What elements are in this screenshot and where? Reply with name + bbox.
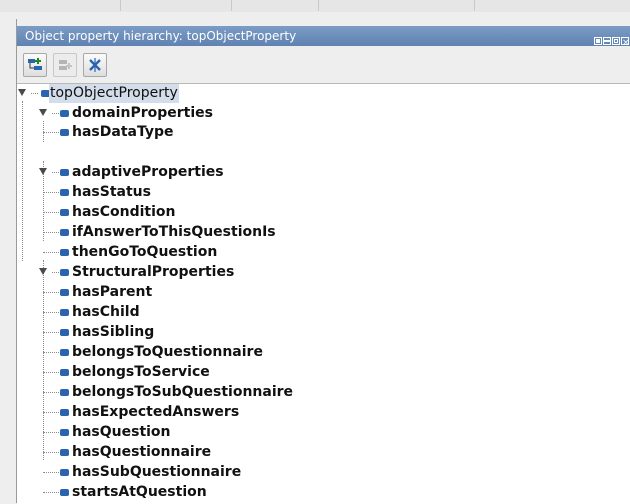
object-property-icon bbox=[60, 449, 69, 456]
tree-node-label: hasStatus bbox=[72, 184, 151, 200]
tree-connector bbox=[43, 492, 59, 493]
tree-connector bbox=[43, 412, 59, 413]
object-property-icon bbox=[60, 209, 69, 216]
top-strip-segment bbox=[319, 0, 475, 11]
delete-property-icon bbox=[89, 58, 101, 72]
tree-connector bbox=[43, 212, 59, 213]
add-sibling-property-icon bbox=[59, 60, 72, 70]
top-strip-segment bbox=[0, 0, 121, 11]
panel-titlebar: Object property hierarchy: topObjectProp… bbox=[17, 26, 630, 53]
object-property-icon bbox=[60, 369, 69, 376]
close-icon[interactable] bbox=[621, 33, 630, 53]
tree-node-label: hasSubQuestionnaire bbox=[72, 464, 242, 480]
tree-connector bbox=[52, 172, 59, 173]
object-property-icon bbox=[60, 169, 69, 176]
object-property-icon bbox=[60, 110, 69, 117]
tree-node-label: hasCondition bbox=[72, 204, 176, 220]
object-property-icon bbox=[60, 469, 69, 476]
tree-node-label: startsAtQuestion bbox=[72, 484, 207, 500]
tree-connector bbox=[43, 432, 59, 433]
object-property-icon bbox=[60, 329, 69, 336]
object-property-icon bbox=[60, 189, 69, 196]
top-strip bbox=[0, 0, 630, 12]
object-property-icon bbox=[60, 309, 69, 316]
tree-connector bbox=[43, 132, 59, 133]
tree-connector bbox=[43, 232, 59, 233]
tree-connector bbox=[43, 372, 59, 373]
object-property-hierarchy-panel: Object property hierarchy: topObjectProp… bbox=[16, 19, 630, 504]
object-property-icon bbox=[60, 409, 69, 416]
tree-node-label: adaptiveProperties bbox=[72, 164, 224, 180]
add-subproperty-button[interactable] bbox=[23, 53, 47, 77]
tree-connector bbox=[43, 452, 59, 453]
object-property-icon bbox=[60, 269, 69, 276]
top-strip-segment bbox=[232, 0, 319, 11]
property-tree: topObjectProperty domainProperties hasDa… bbox=[17, 83, 630, 504]
tree-node-label: ifAnswerToThisQuestionIs bbox=[72, 224, 276, 240]
tree-connector bbox=[43, 292, 59, 293]
object-property-icon bbox=[60, 249, 69, 256]
maximize-icon[interactable] bbox=[612, 37, 620, 45]
add-sibling-property-button[interactable] bbox=[53, 53, 77, 77]
tree-connector bbox=[52, 113, 59, 114]
tree-connector bbox=[43, 260, 44, 460]
tree-node-label: topObjectProperty bbox=[49, 84, 179, 103]
tree-connector bbox=[43, 392, 59, 393]
tree-node-label: hasExpectedAnswers bbox=[72, 404, 240, 420]
object-property-icon bbox=[60, 429, 69, 436]
tree-node-label: hasSibling bbox=[72, 324, 155, 340]
top-strip-segment bbox=[121, 0, 232, 11]
tree-node-label: hasQuestion bbox=[72, 424, 171, 440]
object-property-icon bbox=[60, 489, 69, 496]
tree-connector bbox=[43, 352, 59, 353]
expand-toggle-icon[interactable] bbox=[39, 268, 47, 275]
tree-connector bbox=[31, 93, 38, 94]
tree-node-label: belongsToSubQuestionnaire bbox=[72, 384, 294, 400]
minimize-icon[interactable] bbox=[603, 37, 611, 45]
view-options-icon[interactable] bbox=[594, 37, 602, 45]
object-property-icon bbox=[60, 129, 69, 136]
object-property-icon bbox=[60, 349, 69, 356]
tree-node-label: belongsToQuestionnaire bbox=[72, 344, 263, 360]
tree-node-label: hasQuestionnaire bbox=[72, 444, 212, 460]
tree-node-label: belongsToService bbox=[72, 364, 210, 380]
add-subproperty-icon bbox=[28, 58, 42, 70]
tree-node-label: thenGoToQuestion bbox=[72, 244, 218, 260]
tree-node-label: hasChild bbox=[72, 304, 140, 320]
tree-node-label: hasParent bbox=[72, 284, 153, 300]
panel-title: Object property hierarchy: topObjectProp… bbox=[25, 29, 297, 43]
object-property-icon bbox=[60, 389, 69, 396]
expand-toggle-icon[interactable] bbox=[18, 89, 26, 96]
tree-connector bbox=[43, 312, 59, 313]
object-property-icon bbox=[60, 289, 69, 296]
tree-connector bbox=[43, 252, 59, 253]
tree-node-label: domainProperties bbox=[72, 105, 213, 121]
object-property-icon bbox=[60, 229, 69, 236]
tree-connector bbox=[43, 192, 59, 193]
tree-node-label: StructuralProperties bbox=[72, 264, 235, 280]
expand-toggle-icon[interactable] bbox=[39, 109, 47, 116]
tree-node-label: hasDataType bbox=[72, 124, 174, 140]
tree-connector bbox=[22, 101, 23, 261]
tree-connector bbox=[43, 472, 59, 473]
tree-connector bbox=[43, 332, 59, 333]
tree-connector bbox=[52, 272, 59, 273]
expand-toggle-icon[interactable] bbox=[39, 168, 47, 175]
delete-property-button[interactable] bbox=[83, 53, 107, 77]
window-controls bbox=[593, 31, 630, 53]
